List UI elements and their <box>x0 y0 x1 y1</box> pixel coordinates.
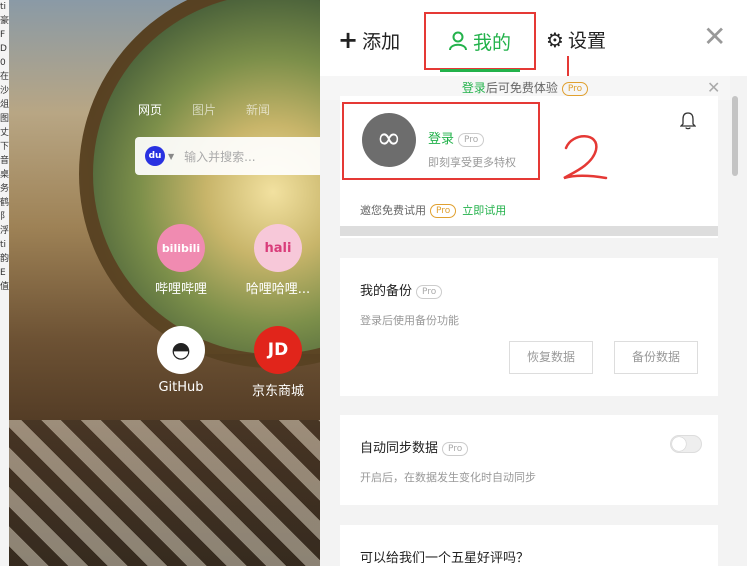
try-now-link[interactable]: 立即试用 <box>462 204 506 217</box>
chevron-down-icon[interactable]: ▼ <box>168 152 174 161</box>
invite-row: 邀您免费试用 Pro 立即试用 <box>360 202 506 218</box>
restore-data-button[interactable]: 恢复数据 <box>509 341 593 374</box>
shortcut-label: 哔哩哔哩 <box>154 282 207 297</box>
search-input[interactable]: 输入并搜索... <box>184 148 255 165</box>
background-char: ti <box>0 2 7 12</box>
sync-title-text: 自动同步数据 <box>360 441 439 456</box>
sync-card: 自动同步数据 Pro 开启后，在数据发生变化时自动同步 <box>340 415 718 505</box>
background-char: 鹤 <box>0 198 9 208</box>
background-char: 值 <box>0 282 9 292</box>
jd-icon: JD <box>254 326 302 374</box>
shortcut-label: GitHub <box>158 380 204 395</box>
shortcut-label: 京东商城 <box>251 384 304 399</box>
search-nav-tabs: 网页 图片 新闻 <box>138 101 270 118</box>
plus-icon: + <box>338 26 359 54</box>
search-box[interactable]: du ▼ 输入并搜索... <box>135 137 335 175</box>
github-icon: ◓ <box>157 326 205 374</box>
active-tab-indicator <box>440 69 520 72</box>
shortcut-github[interactable]: ◓ GitHub <box>136 326 226 395</box>
nav-tab-images[interactable]: 图片 <box>192 101 216 118</box>
background-char: 下 <box>0 142 9 152</box>
background-char: D <box>0 44 7 54</box>
shortcut-bilibili[interactable]: bilibili 哔哩哔哩 <box>136 224 226 297</box>
backup-card: 我的备份 Pro 登录后使用备份功能 恢复数据 备份数据 <box>340 258 718 396</box>
background-char: 桌 <box>0 170 9 180</box>
tab-settings-label: 设置 <box>567 30 606 52</box>
login-card: ∞ 登录 Pro 即刻享受更多特权 邀您免费试用 Pro 立即试用 <box>340 96 718 238</box>
pro-badge: Pro <box>416 284 443 299</box>
gear-icon: ⚙ <box>546 27 564 52</box>
panel-scrollbar[interactable] <box>732 96 738 176</box>
tab-settings[interactable]: ⚙ 设置 <box>546 26 606 53</box>
login-label: 登录 <box>428 132 455 147</box>
banner-login-link[interactable]: 登录 <box>462 81 486 95</box>
sync-desc: 开启后，在数据发生变化时自动同步 <box>360 471 536 484</box>
login-subtitle: 即刻享受更多特权 <box>428 156 516 169</box>
panel-header: + 添加 我的 ⚙ 设置 ✕ <box>320 0 747 78</box>
backup-desc: 登录后使用备份功能 <box>360 314 459 327</box>
banner-close-icon[interactable]: ✕ <box>707 78 720 97</box>
hali-icon: hali <box>254 224 302 272</box>
tab-add[interactable]: + 添加 <box>338 26 400 54</box>
avatar-infinity-icon[interactable]: ∞ <box>362 113 416 167</box>
background-char: F <box>0 30 6 40</box>
login-link[interactable]: 登录 Pro <box>428 128 485 147</box>
extension-panel: + 添加 我的 ⚙ 设置 ✕ 登录后可免费体验 Pro ✕ ∞ 登录 Pro 即刻享… <box>320 0 747 566</box>
pro-badge: Pro <box>442 441 469 456</box>
nav-tab-news[interactable]: 新闻 <box>246 101 270 118</box>
user-icon <box>448 31 467 51</box>
tab-mine[interactable]: 我的 <box>424 12 536 70</box>
sync-title: 自动同步数据 Pro <box>360 437 469 456</box>
background-char: 在 <box>0 72 9 82</box>
background-char: 豪 <box>0 16 9 26</box>
background-round-window <box>79 0 320 368</box>
background-char: 丈 <box>0 128 9 138</box>
background-char: 图 <box>0 114 9 124</box>
background-char: 沙 <box>0 86 9 96</box>
trial-progress-bar <box>340 226 718 236</box>
pro-badge: Pro <box>430 204 457 218</box>
invite-text: 邀您免费试用 <box>360 204 426 217</box>
background-char: ti <box>0 240 7 250</box>
background-char: 务 <box>0 184 9 194</box>
annotation-number-2 <box>563 135 608 180</box>
rate-card: 可以给我们一个五星好评吗？ <box>340 525 718 566</box>
toggle-knob <box>672 437 686 451</box>
pro-badge: Pro <box>458 132 485 147</box>
auto-sync-toggle[interactable] <box>670 435 702 453</box>
close-icon[interactable]: ✕ <box>703 23 726 51</box>
tab-add-label: 添加 <box>362 30 401 53</box>
background-char: 浮 <box>0 226 9 236</box>
backup-title: 我的备份 Pro <box>360 280 443 299</box>
nav-tab-web[interactable]: 网页 <box>138 101 162 118</box>
pro-badge: Pro <box>561 81 589 96</box>
background-char: 音 <box>0 156 9 166</box>
baidu-icon[interactable]: du <box>145 146 165 166</box>
background-char: 韵 <box>0 254 9 264</box>
background-floor <box>9 420 320 566</box>
background-char: 阝 <box>0 212 9 222</box>
annotation-mark <box>567 56 569 78</box>
background-char: E <box>0 268 6 278</box>
backup-data-button[interactable]: 备份数据 <box>614 341 698 374</box>
background-window-strip: ti 豪 F D 0 在沙俎图丈下音桌务鹤阝浮 ti 韵 E 值 <box>0 0 9 566</box>
background-char: 0 <box>0 58 6 68</box>
background-char: 俎 <box>0 100 9 110</box>
shortcut-hali[interactable]: hali 哈哩哈哩... <box>233 224 323 297</box>
shortcut-label: 哈哩哈哩... <box>245 282 311 297</box>
shortcut-jd[interactable]: JD 京东商城 <box>233 326 323 399</box>
bell-icon[interactable] <box>679 112 697 134</box>
bilibili-icon: bilibili <box>157 224 205 272</box>
tab-mine-label: 我的 <box>472 31 511 54</box>
rate-title: 可以给我们一个五星好评吗？ <box>360 551 530 566</box>
login-highlight[interactable]: ∞ 登录 Pro 即刻享受更多特权 <box>342 102 540 180</box>
banner-text: 后可免费体验 <box>485 81 558 95</box>
backup-title-text: 我的备份 <box>360 284 413 299</box>
